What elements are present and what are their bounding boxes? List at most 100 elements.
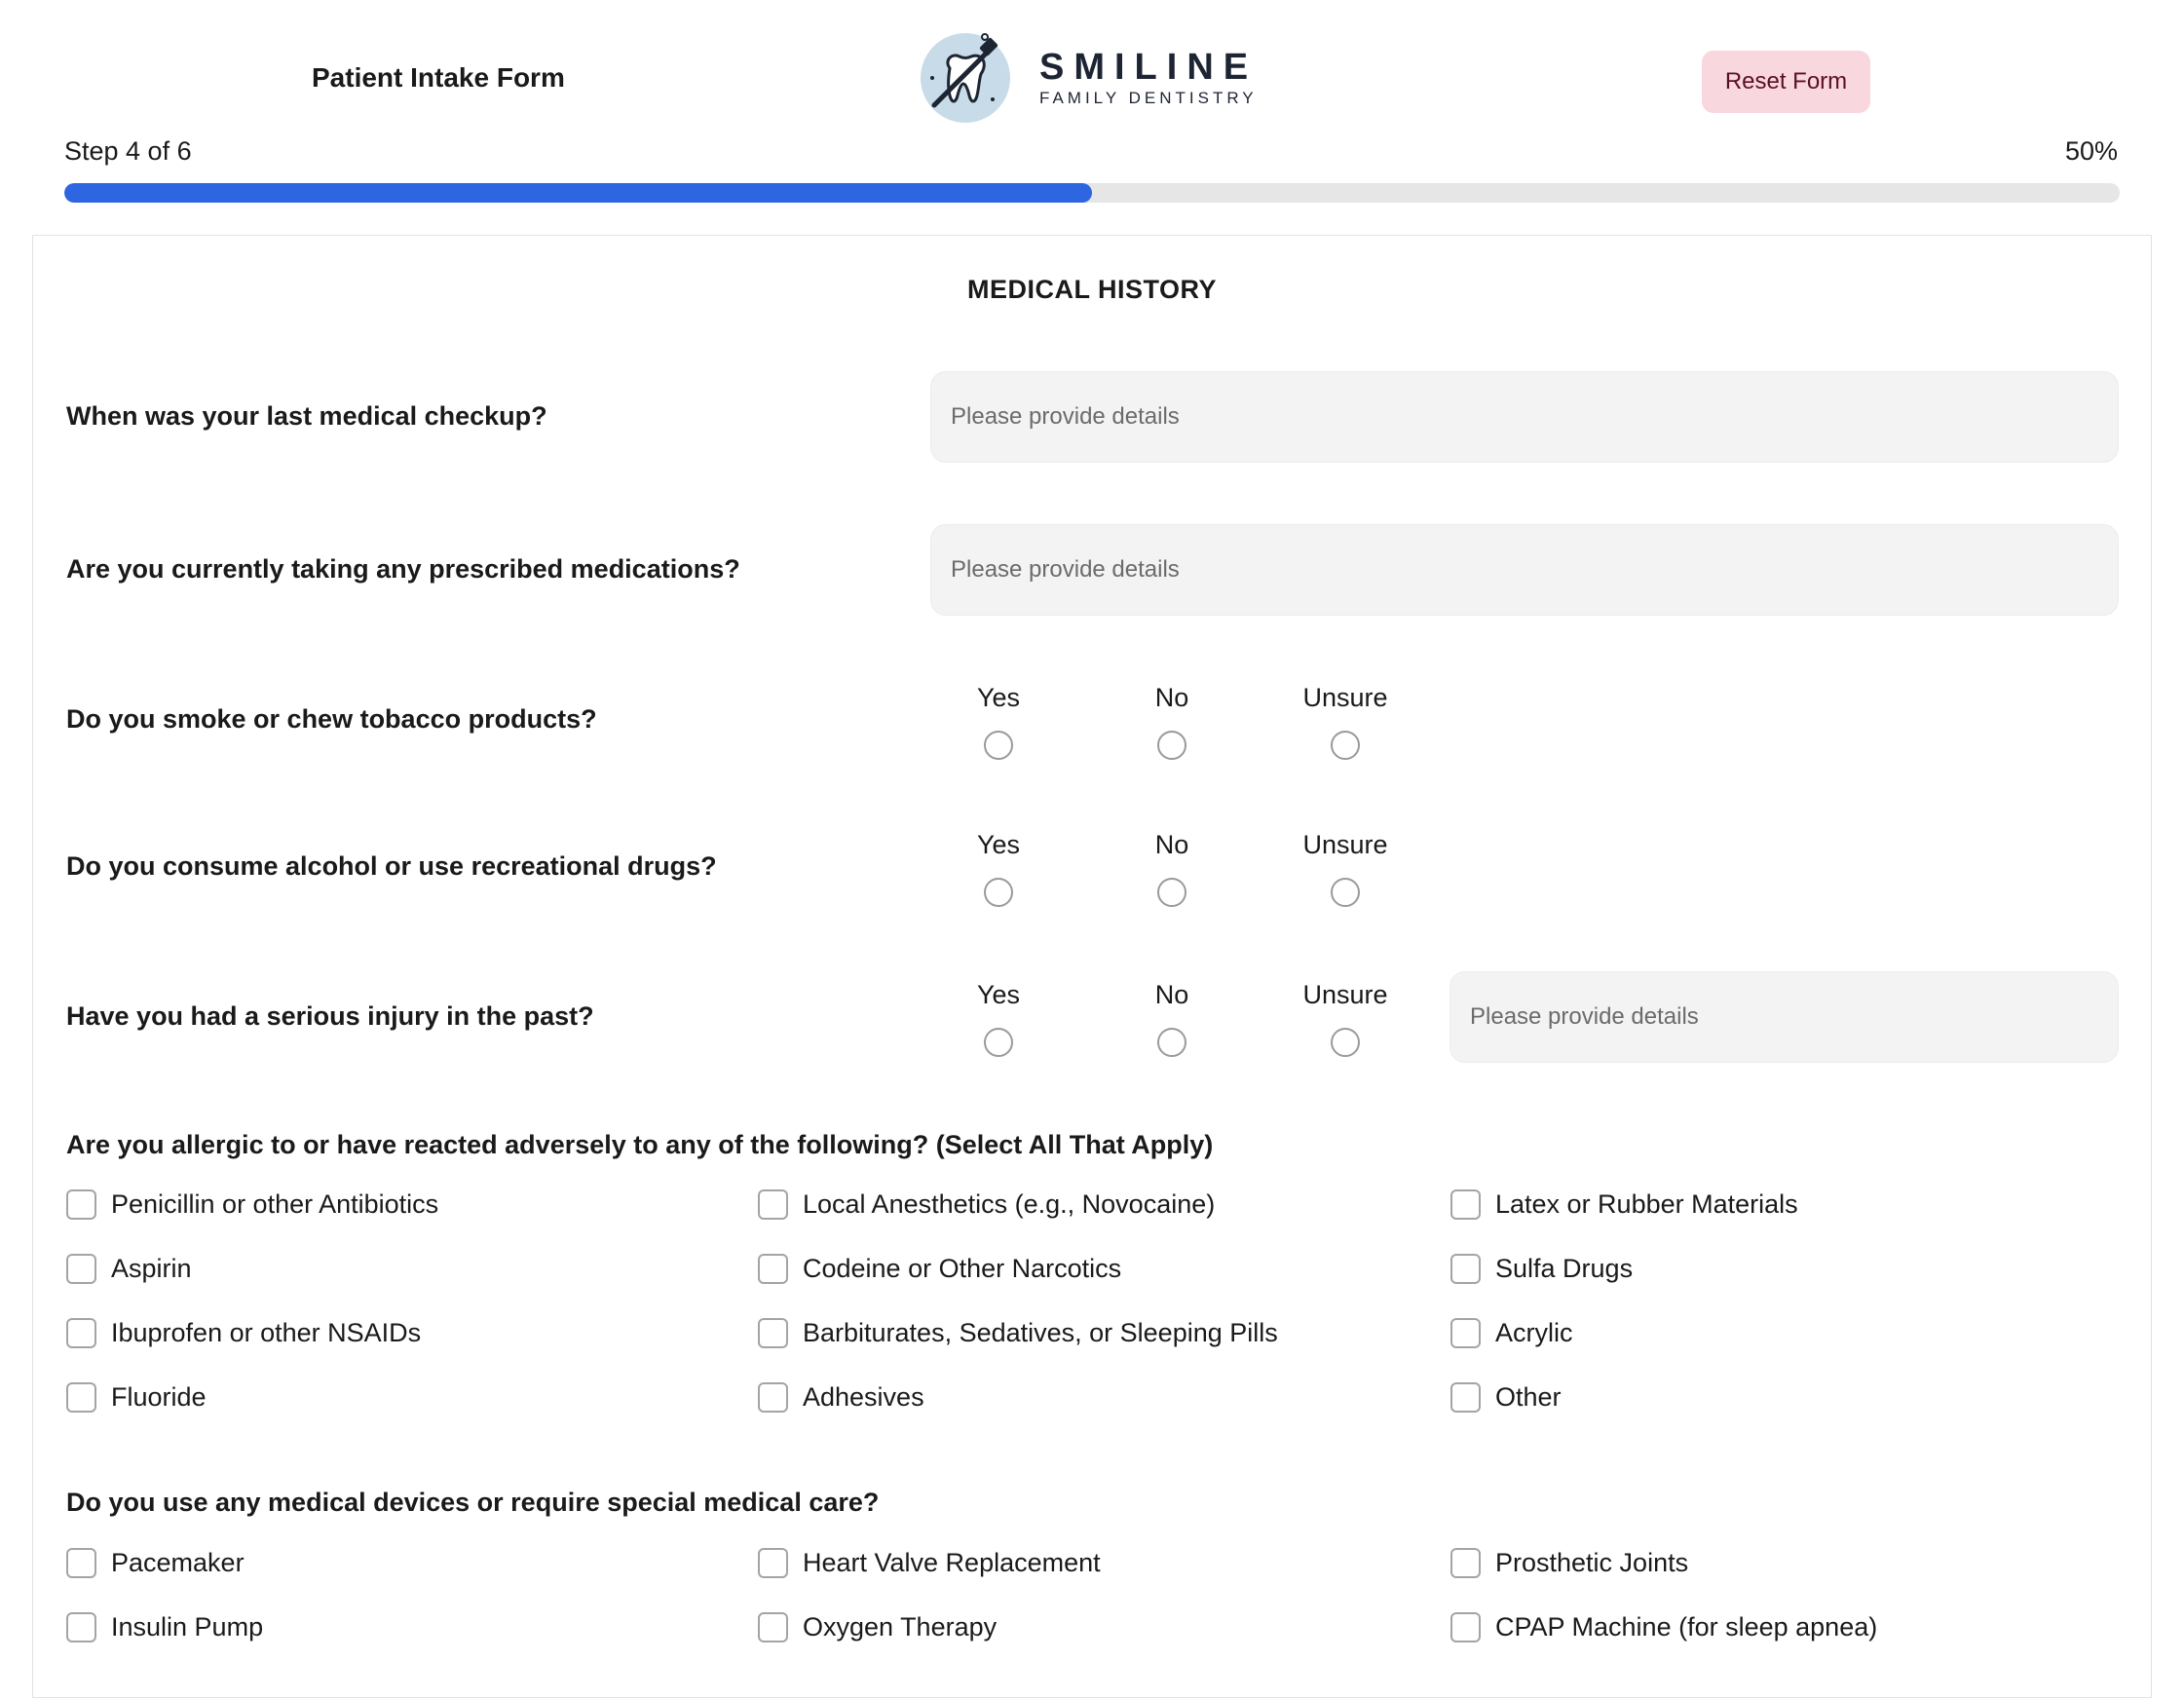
allergy-option-penicillin[interactable]: Penicillin or other Antibiotics xyxy=(66,1189,438,1220)
tooth-toothbrush-logo-icon xyxy=(921,33,1010,123)
device-option-heart-valve[interactable]: Heart Valve Replacement xyxy=(758,1548,1101,1578)
alcohol-option-unsure[interactable]: Unsure xyxy=(1287,830,1404,912)
radio-button[interactable] xyxy=(984,1028,1013,1057)
allergy-option-acrylic[interactable]: Acrylic xyxy=(1450,1318,1573,1348)
checkbox[interactable] xyxy=(1450,1254,1481,1284)
radio-button[interactable] xyxy=(984,878,1013,907)
question-label-alcohol: Do you consume alcohol or use recreation… xyxy=(66,851,717,881)
checkbox[interactable] xyxy=(66,1382,96,1413)
device-option-prosthetic-joints[interactable]: Prosthetic Joints xyxy=(1450,1548,1688,1578)
header: Patient Intake Form SMILINE FAMILY DENTI… xyxy=(0,0,2184,136)
question-label-medications: Are you currently taking any prescribed … xyxy=(66,554,740,584)
checkbox-label: Adhesives xyxy=(803,1382,924,1412)
checkbox-label: Codeine or Other Narcotics xyxy=(803,1254,1122,1283)
alcohol-option-no[interactable]: No xyxy=(1113,830,1230,912)
logo: SMILINE FAMILY DENTISTRY xyxy=(921,27,1258,129)
allergy-option-codeine[interactable]: Codeine or Other Narcotics xyxy=(758,1254,1121,1284)
checkbox-label: Aspirin xyxy=(111,1254,192,1283)
allergy-option-barbiturates[interactable]: Barbiturates, Sedatives, or Sleeping Pil… xyxy=(758,1318,1278,1348)
checkbox-label: Latex or Rubber Materials xyxy=(1495,1189,1798,1219)
alcohol-option-yes[interactable]: Yes xyxy=(940,830,1057,912)
checkbox-label: Oxygen Therapy xyxy=(803,1612,998,1641)
checkbox-label: Prosthetic Joints xyxy=(1495,1548,1689,1577)
checkbox[interactable] xyxy=(1450,1612,1481,1642)
radio-button[interactable] xyxy=(1331,878,1360,907)
checkbox-label: Ibuprofen or other NSAIDs xyxy=(111,1318,422,1347)
question-label-allergies: Are you allergic to or have reacted adve… xyxy=(66,1130,1214,1159)
checkbox[interactable] xyxy=(1450,1189,1481,1220)
radio-button[interactable] xyxy=(984,731,1013,760)
injury-option-no[interactable]: No xyxy=(1113,980,1230,1062)
radio-label: Yes xyxy=(976,980,1021,1009)
tobacco-option-no[interactable]: No xyxy=(1113,683,1230,765)
checkbox[interactable] xyxy=(1450,1318,1481,1348)
checkbox-label: Other xyxy=(1495,1382,1562,1412)
question-label-injury: Have you had a serious injury in the pas… xyxy=(66,1001,594,1031)
checkbox-label: Penicillin or other Antibiotics xyxy=(111,1189,439,1219)
checkbox[interactable] xyxy=(66,1548,96,1578)
radio-label: Unsure xyxy=(1302,980,1388,1009)
checkbox-label: Insulin Pump xyxy=(111,1612,264,1641)
checkbox[interactable] xyxy=(758,1612,788,1642)
radio-label: No xyxy=(1154,980,1189,1009)
injury-details-input[interactable] xyxy=(1450,971,2119,1063)
checkbox[interactable] xyxy=(758,1318,788,1348)
checkbox[interactable] xyxy=(66,1612,96,1642)
radio-button[interactable] xyxy=(1157,731,1186,760)
checkbox-label: Acrylic xyxy=(1495,1318,1573,1347)
checkbox[interactable] xyxy=(758,1189,788,1220)
injury-option-unsure[interactable]: Unsure xyxy=(1287,980,1404,1062)
radio-button[interactable] xyxy=(1331,1028,1360,1057)
checkbox[interactable] xyxy=(1450,1548,1481,1578)
allergy-option-sulfa[interactable]: Sulfa Drugs xyxy=(1450,1254,1633,1284)
radio-label: Unsure xyxy=(1302,830,1388,859)
radio-label: No xyxy=(1154,683,1189,712)
allergy-option-ibuprofen[interactable]: Ibuprofen or other NSAIDs xyxy=(66,1318,421,1348)
injury-option-yes[interactable]: Yes xyxy=(940,980,1057,1062)
checkbox[interactable] xyxy=(758,1382,788,1413)
allergy-option-other[interactable]: Other xyxy=(1450,1382,1562,1413)
checkbox[interactable] xyxy=(758,1254,788,1284)
allergy-option-fluoride[interactable]: Fluoride xyxy=(66,1382,207,1413)
question-label-devices: Do you use any medical devices or requir… xyxy=(66,1488,880,1517)
radio-label: Unsure xyxy=(1302,683,1388,712)
checkbox[interactable] xyxy=(66,1318,96,1348)
radio-button[interactable] xyxy=(1157,878,1186,907)
checkbox[interactable] xyxy=(758,1548,788,1578)
logo-name: SMILINE xyxy=(1039,47,1259,88)
checkbox[interactable] xyxy=(66,1189,96,1220)
device-option-insulin-pump[interactable]: Insulin Pump xyxy=(66,1612,263,1642)
checkup-details-input[interactable] xyxy=(930,371,2119,463)
checkbox-label: Fluoride xyxy=(111,1382,207,1412)
allergy-option-aspirin[interactable]: Aspirin xyxy=(66,1254,192,1284)
medications-details-input[interactable] xyxy=(930,524,2119,616)
device-option-cpap[interactable]: CPAP Machine (for sleep apnea) xyxy=(1450,1612,1877,1642)
logo-subtitle: FAMILY DENTISTRY xyxy=(1039,89,1258,107)
radio-label: No xyxy=(1154,830,1189,859)
checkbox-label: Pacemaker xyxy=(111,1548,245,1577)
progress-bar-fill xyxy=(64,183,1092,203)
progress-percent: 50% xyxy=(2064,136,2118,166)
radio-button[interactable] xyxy=(1157,1028,1186,1057)
checkbox-label: Barbiturates, Sedatives, or Sleeping Pil… xyxy=(803,1318,1278,1347)
checkbox[interactable] xyxy=(66,1254,96,1284)
question-label-checkup: When was your last medical checkup? xyxy=(66,401,547,431)
step-indicator: Step 4 of 6 xyxy=(64,136,192,166)
tobacco-option-unsure[interactable]: Unsure xyxy=(1287,683,1404,765)
question-label-tobacco: Do you smoke or chew tobacco products? xyxy=(66,704,597,734)
allergy-option-local-anesthetics[interactable]: Local Anesthetics (e.g., Novocaine) xyxy=(758,1189,1215,1220)
form-title: Patient Intake Form xyxy=(312,62,565,93)
checkbox-label: Sulfa Drugs xyxy=(1495,1254,1634,1283)
allergy-option-latex[interactable]: Latex or Rubber Materials xyxy=(1450,1189,1798,1220)
tobacco-option-yes[interactable]: Yes xyxy=(940,683,1057,765)
device-option-oxygen-therapy[interactable]: Oxygen Therapy xyxy=(758,1612,997,1642)
checkbox[interactable] xyxy=(1450,1382,1481,1413)
section-title: MEDICAL HISTORY xyxy=(966,275,1218,304)
allergy-option-adhesives[interactable]: Adhesives xyxy=(758,1382,924,1413)
device-option-pacemaker[interactable]: Pacemaker xyxy=(66,1548,245,1578)
checkbox-label: CPAP Machine (for sleep apnea) xyxy=(1495,1612,1878,1641)
form-card: MEDICAL HISTORY When was your last medic… xyxy=(32,235,2152,1698)
radio-button[interactable] xyxy=(1331,731,1360,760)
reset-form-button[interactable]: Reset Form xyxy=(1702,51,1870,113)
logo-text: SMILINE FAMILY DENTISTRY xyxy=(1039,48,1258,108)
